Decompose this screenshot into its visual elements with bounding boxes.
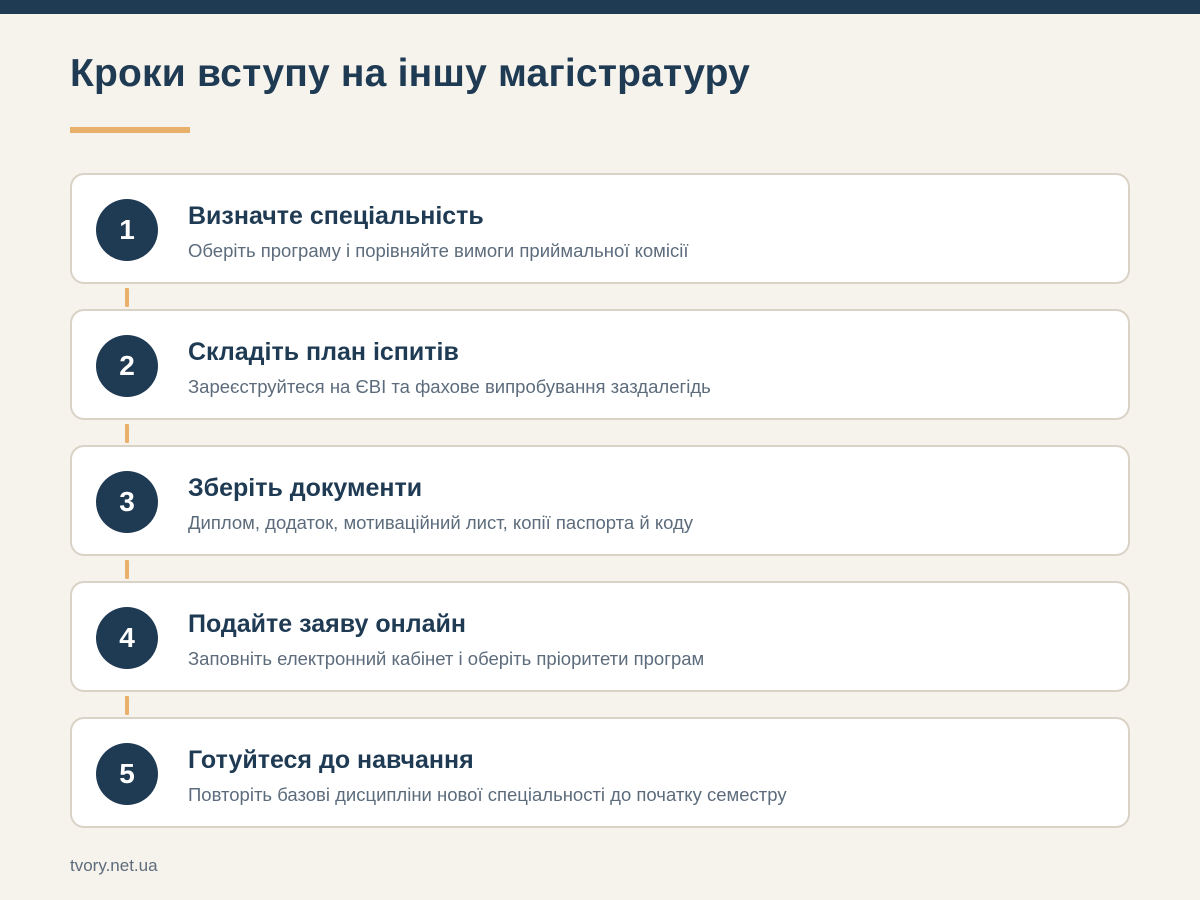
step-title: Подайте заяву онлайн — [188, 610, 466, 638]
step-title: Зберіть документи — [188, 474, 423, 502]
step-description: Заповніть електронний кабінет і оберіть … — [188, 648, 705, 669]
step-description: Зареєструйтеся на ЄВІ та фахове випробув… — [188, 376, 711, 397]
step-number-badge: 1 — [96, 199, 158, 261]
step-connector — [125, 696, 129, 715]
step-card-3: 3 Зберіть документи Диплом, додаток, мот… — [70, 445, 1130, 579]
footer-source: tvory.net.ua — [70, 856, 158, 875]
step-description: Оберіть програму і порівняйте вимоги при… — [188, 240, 689, 261]
step-number-badge: 3 — [96, 471, 158, 533]
title-accent-line — [70, 127, 190, 133]
step-card-5: 5 Готуйтеся до навчання Повторіть базові… — [70, 717, 1130, 828]
step-number-badge: 5 — [96, 743, 158, 805]
step-number-badge: 4 — [96, 607, 158, 669]
step-title: Готуйтеся до навчання — [188, 746, 474, 774]
step-title: Визначте спеціальність — [188, 202, 484, 230]
step-description: Повторіть базові дисципліни нової спеціа… — [188, 784, 787, 805]
step-connector — [125, 424, 129, 443]
step-card-4: 4 Подайте заяву онлайн Заповніть електро… — [70, 581, 1130, 715]
step-connector — [125, 288, 129, 307]
step-number-badge: 2 — [96, 335, 158, 397]
page-title: Кроки вступу на іншу магістратуру — [70, 52, 751, 95]
top-bar — [0, 0, 1200, 14]
step-description: Диплом, додаток, мотиваційний лист, копі… — [188, 512, 694, 533]
step-connector — [125, 560, 129, 579]
steps-list: 1 Визначте спеціальність Оберіть програм… — [70, 173, 1130, 828]
step-card-1: 1 Визначте спеціальність Оберіть програм… — [70, 173, 1130, 307]
step-card-2: 2 Складіть план іспитів Зареєструйтеся н… — [70, 309, 1130, 443]
step-title: Складіть план іспитів — [188, 338, 459, 366]
